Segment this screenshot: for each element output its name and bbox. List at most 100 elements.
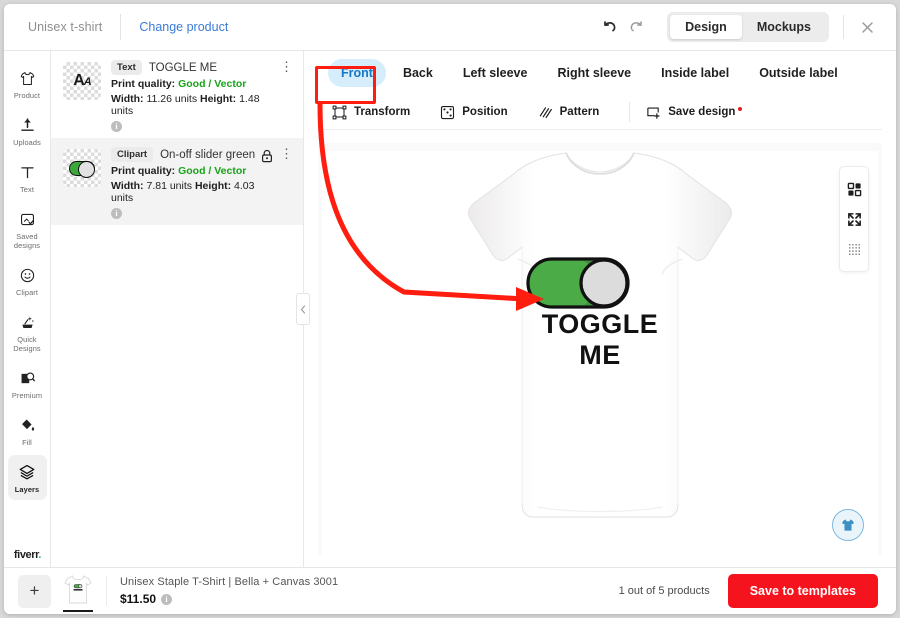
position-button[interactable]: Position (440, 105, 523, 120)
layer-item-clipart[interactable]: Clipart On-off slider green Print qualit… (51, 138, 303, 225)
tab-inside-label[interactable]: Inside label (648, 59, 742, 87)
topbar-right-group: Design Mockups (597, 12, 896, 42)
add-product-button[interactable]: + (18, 574, 51, 608)
design-caption[interactable]: TOGGLE ME (520, 309, 680, 371)
editor-area: Front Back Left sleeve Right sleeve Insi… (304, 51, 896, 567)
sidebar-item-premium[interactable]: Premium (8, 361, 47, 406)
close-icon (861, 21, 873, 33)
canvas-controls (839, 166, 869, 272)
layer-thumbnail: AA (63, 62, 101, 100)
sidebar-item-layers[interactable]: Layers (7, 455, 47, 500)
pattern-button[interactable]: Pattern (538, 105, 616, 120)
sidebar-item-label: Premium (11, 391, 43, 400)
sidebar-item-saved-designs[interactable]: Saved designs (8, 202, 47, 256)
save-design-button[interactable]: Save design (646, 105, 758, 120)
design-toolbar: Transform Position Pattern Save design (318, 95, 882, 130)
layers-panel: AA Text TOGGLE ME Print quality: Good / … (51, 51, 310, 567)
design-editor-app: Unisex t-shirt Change product Design Moc… (4, 4, 896, 614)
fiverr-logo: fiverr. (4, 549, 51, 561)
pattern-icon (539, 106, 552, 118)
sidebar-item-fill[interactable]: Fill (8, 408, 47, 453)
transform-button[interactable]: Transform (332, 105, 426, 120)
position-icon (441, 105, 455, 119)
magic-icon (9, 312, 46, 332)
layer-item-text[interactable]: AA Text TOGGLE ME Print quality: Good / … (51, 51, 303, 138)
layer-name: On-off slider green (160, 148, 256, 161)
grid-templates-button[interactable] (840, 174, 868, 204)
print-quality-label: Print quality: (111, 78, 176, 90)
grid-templates-icon (847, 182, 861, 196)
sidebar-item-product[interactable]: Product (8, 61, 47, 106)
left-tool-rail: Product Uploads Text Saved designs Clipa (4, 51, 51, 567)
undo-button[interactable] (597, 14, 623, 40)
layer-thumbnail (63, 149, 101, 187)
tab-outside-label[interactable]: Outside label (746, 59, 851, 87)
position-label: Position (462, 106, 508, 118)
saved-designs-icon (9, 209, 46, 229)
layer-menu-button[interactable]: ⋮ (280, 147, 293, 160)
mode-mockups-button[interactable]: Mockups (742, 15, 826, 39)
sidebar-item-quick-designs[interactable]: Quick Designs (8, 305, 47, 359)
layer-dimensions: Width: 11.26 units Height: 1.48 units (111, 93, 280, 117)
bottom-bar: + Unisex Staple T-Shirt | Bella + Canvas… (4, 567, 896, 614)
info-icon[interactable]: i (111, 208, 122, 219)
unsaved-changes-dot (738, 106, 743, 111)
product-thumbnail[interactable] (63, 573, 93, 612)
dot-grid-button[interactable] (840, 234, 868, 264)
toggle-thumbnail-glyph (69, 160, 95, 178)
top-bar: Unisex t-shirt Change product Design Moc… (4, 4, 896, 51)
preview-product-button[interactable] (832, 509, 864, 541)
change-product-link[interactable]: Change product (139, 20, 228, 34)
print-area-tabs: Front Back Left sleeve Right sleeve Insi… (304, 51, 896, 95)
text-icon (9, 162, 46, 182)
close-button[interactable] (854, 14, 880, 40)
tab-front[interactable]: Front (328, 59, 386, 87)
save-design-icon (647, 106, 660, 119)
redo-icon (630, 21, 642, 32)
text-thumbnail-glyph: AA (73, 72, 92, 89)
tab-right-sleeve[interactable]: Right sleeve (544, 59, 644, 87)
fullscreen-button[interactable] (840, 204, 868, 234)
lock-icon (262, 149, 273, 163)
layer-name: TOGGLE ME (148, 61, 218, 74)
product-thumbnail-underline (63, 610, 93, 612)
panel-collapse-handle[interactable] (296, 293, 310, 325)
sidebar-item-label: Text (20, 185, 34, 194)
current-product-label: Unisex t-shirt (28, 20, 103, 34)
sidebar-item-clipart[interactable]: Clipart (8, 258, 47, 303)
tab-left-sleeve[interactable]: Left sleeve (450, 59, 541, 87)
transform-label: Transform (354, 106, 411, 118)
tshirt-icon (9, 68, 46, 88)
product-price: $11.50 (120, 592, 157, 606)
fiverr-wordmark: fiverr (13, 549, 39, 561)
paint-bucket-icon (9, 415, 46, 435)
save-to-templates-button[interactable]: Save to templates (727, 574, 878, 608)
layer-dimensions: Width: 7.81 units Height: 4.03 units (111, 180, 261, 204)
tab-back[interactable]: Back (390, 59, 446, 87)
sidebar-item-text[interactable]: Text (8, 155, 47, 200)
price-info-icon[interactable]: i (161, 593, 173, 605)
transform-icon (332, 105, 347, 119)
sidebar-item-label: Quick Designs (13, 335, 41, 353)
width-label: Width: (111, 93, 144, 105)
layer-print-quality: Print quality: Good / Vector (111, 78, 280, 90)
width-value: 7.81 units (146, 180, 193, 192)
canvas-wrapper: TOGGLE ME (318, 143, 882, 555)
layer-menu-button[interactable]: ⋮ (280, 60, 293, 73)
info-icon[interactable]: i (111, 121, 122, 132)
product-price-row: $11.50 i (120, 592, 338, 606)
layer-type-chip: Text (111, 60, 142, 75)
mode-switch: Design Mockups (667, 12, 829, 42)
mode-design-button[interactable]: Design (670, 15, 742, 39)
layer-title-row: Clipart On-off slider green (111, 147, 261, 162)
lock-button[interactable] (261, 149, 273, 168)
product-summary: Unisex Staple T-Shirt | Bella + Canvas 3… (120, 576, 338, 606)
topbar-divider-2 (843, 15, 844, 39)
redo-button[interactable] (623, 14, 649, 40)
mockup-canvas[interactable]: TOGGLE ME (322, 151, 878, 555)
premium-image-icon (9, 368, 46, 388)
layer-actions: ⋮ (261, 147, 293, 219)
sidebar-item-label: Fill (22, 438, 32, 447)
fiverr-dot: . (38, 549, 42, 561)
sidebar-item-uploads[interactable]: Uploads (8, 108, 47, 153)
